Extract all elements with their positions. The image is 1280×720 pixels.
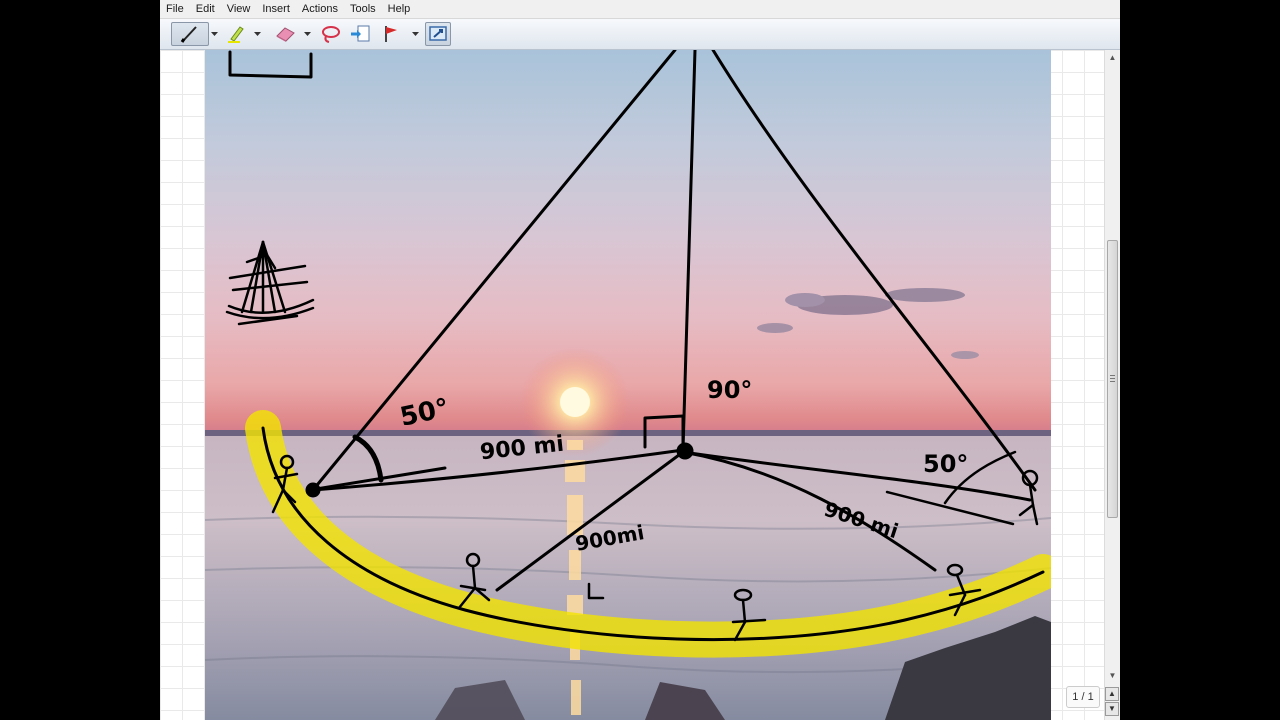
sextant-sketch xyxy=(225,240,315,326)
page-up-button[interactable]: ▲ xyxy=(1105,687,1119,701)
page-down-button[interactable]: ▼ xyxy=(1105,702,1119,716)
scroll-up-arrow[interactable]: ▲ xyxy=(1105,50,1120,66)
flag-dropdown-arrow[interactable] xyxy=(410,22,420,46)
lasso-icon xyxy=(320,24,342,44)
page-indicator: 1 / 1 xyxy=(1066,686,1100,708)
whiteboard-window: File Edit View Insert Actions Tools Help xyxy=(160,0,1120,720)
menu-actions[interactable]: Actions xyxy=(296,0,344,18)
flag-icon xyxy=(381,24,401,44)
toolbar xyxy=(160,19,1120,50)
menu-insert[interactable]: Insert xyxy=(256,0,296,18)
menu-help[interactable]: Help xyxy=(382,0,417,18)
vertical-scrollbar[interactable]: ▲ ▼ xyxy=(1104,50,1120,720)
menu-tools[interactable]: Tools xyxy=(344,0,382,18)
angle-label-right: 50° xyxy=(923,450,969,478)
menu-view[interactable]: View xyxy=(221,0,257,18)
insert-page-button[interactable] xyxy=(347,22,373,46)
scroll-down-arrow[interactable]: ▼ xyxy=(1105,668,1120,684)
flag-tool-button[interactable] xyxy=(379,22,403,46)
right-letterbox xyxy=(1120,0,1280,720)
lasso-tool-button[interactable] xyxy=(318,22,344,46)
pen-dropdown-arrow[interactable] xyxy=(209,22,219,46)
pen-icon xyxy=(179,24,201,44)
insert-page-icon xyxy=(349,24,371,44)
whiteboard-canvas[interactable]: 50° 900 mi 90° 900mi 900 mi 50° L xyxy=(160,50,1104,720)
eraser-dropdown-arrow[interactable] xyxy=(302,22,312,46)
sunset-background-photo: 50° 900 mi 90° 900mi 900 mi 50° L xyxy=(205,50,1051,720)
page-navigation: ▲ ▼ xyxy=(1104,686,1120,720)
screen-capture-icon xyxy=(428,25,448,43)
menu-bar: File Edit View Insert Actions Tools Help xyxy=(160,0,1120,19)
menu-edit[interactable]: Edit xyxy=(190,0,221,18)
highlighter-dropdown-arrow[interactable] xyxy=(252,22,262,46)
cloud-cluster xyxy=(757,288,979,359)
eraser-icon xyxy=(274,25,296,43)
left-letterbox xyxy=(0,0,160,720)
menu-file[interactable]: File xyxy=(160,0,190,18)
pen-tool-button[interactable] xyxy=(171,22,209,46)
screen-capture-button[interactable] xyxy=(425,22,451,46)
highlighter-tool-button[interactable] xyxy=(224,22,248,46)
angle-label-top: 90° xyxy=(707,376,753,404)
eraser-tool-button[interactable] xyxy=(272,22,298,46)
highlighter-icon xyxy=(226,24,246,44)
scroll-thumb[interactable] xyxy=(1107,240,1118,518)
